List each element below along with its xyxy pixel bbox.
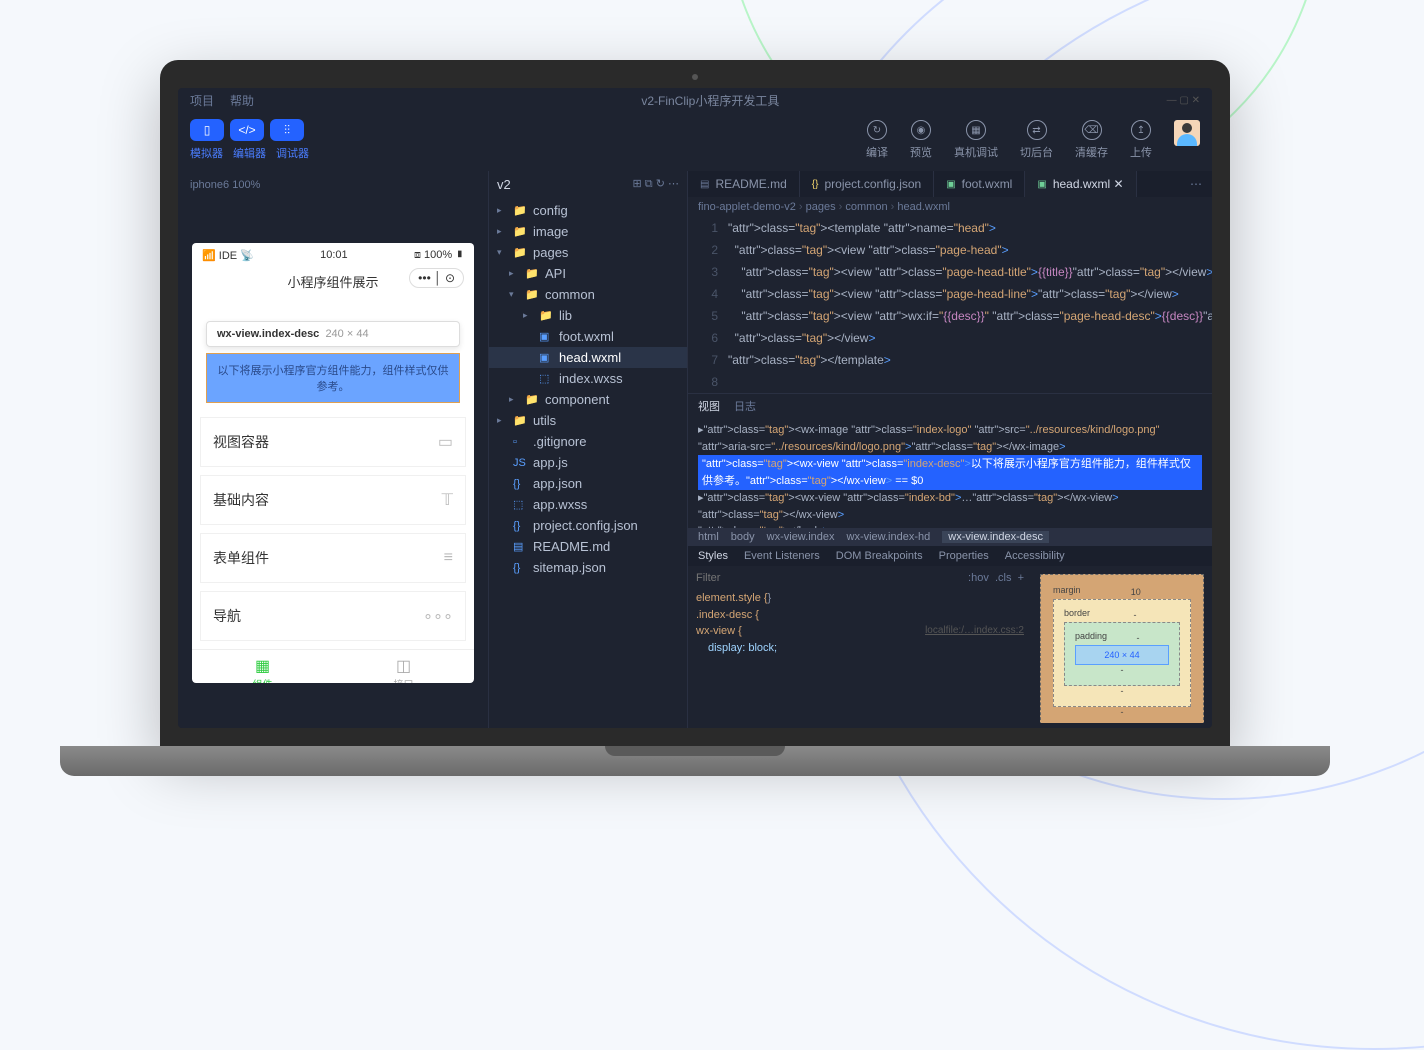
phone-menu-item[interactable]: 视图容器▭ <box>200 417 466 467</box>
dom-breadcrumb[interactable]: htmlbodywx-view.indexwx-view.index-hdwx-… <box>688 528 1212 546</box>
tree-row[interactable]: ⬚app.wxss <box>489 494 687 515</box>
breadcrumb[interactable]: fino-applet-demo-v2pagescommonhead.wxml <box>688 197 1212 217</box>
simulator-status: iphone6 100% <box>184 177 482 199</box>
tree-row[interactable]: ▸📁API <box>489 263 687 284</box>
code-editor[interactable]: 1"attr">class="tag"><template "attr">nam… <box>688 217 1212 393</box>
phone-statusbar: 📶 IDE 📡 10:01 ⧈ 100% ▮ <box>192 243 474 268</box>
devtools-panel: 视图 日志 ▸"attr">class="tag"><wx-image "att… <box>688 393 1212 723</box>
tree-row[interactable]: ▫.gitignore <box>489 431 687 452</box>
tree-row[interactable]: ▸📁config <box>489 200 687 221</box>
tree-row[interactable]: {}app.json <box>489 473 687 494</box>
camera-dot <box>692 74 698 80</box>
box-model: margin 10 border - padding - 240 × 4 <box>1032 566 1212 723</box>
tree-row[interactable]: {}project.config.json <box>489 515 687 536</box>
tree-row[interactable]: ⬚index.wxss <box>489 368 687 389</box>
laptop-frame: 项目 帮助 v2-FinClip小程序开发工具 — ▢ ✕ ▯ </> ⫶⫶ 模… <box>160 60 1230 776</box>
devtools-tabs[interactable]: 视图 日志 <box>688 394 1212 418</box>
toolbar: ▯ </> ⫶⫶ 模拟器 编辑器 调试器 ↻编译 ◉预览 ▦真机调试 ⇄切后台 <box>178 113 1212 171</box>
styles-filter[interactable] <box>696 572 968 584</box>
laptop-base <box>60 746 1330 776</box>
mode-debugger-label: 调试器 <box>276 145 309 161</box>
tool-background[interactable]: ⇄切后台 <box>1020 120 1053 160</box>
tool-compile[interactable]: ↻编译 <box>866 120 888 160</box>
explorer-root[interactable]: v2 <box>497 177 511 192</box>
mode-debugger-icon[interactable]: ⫶⫶ <box>270 119 304 141</box>
phone-title: 小程序组件展示 ••• │ ⊙ <box>192 268 474 301</box>
tree-row[interactable]: ▸📁lib <box>489 305 687 326</box>
tool-upload[interactable]: ↥上传 <box>1130 120 1152 160</box>
tree-row[interactable]: {}sitemap.json <box>489 557 687 578</box>
window-controls[interactable]: — ▢ ✕ <box>1167 95 1200 106</box>
dom-tree[interactable]: ▸"attr">class="tag"><wx-image "attr">cla… <box>688 418 1212 528</box>
devtools-subtabs[interactable]: StylesEvent ListenersDOM BreakpointsProp… <box>688 546 1212 566</box>
simulator-panel: iphone6 100% 📶 IDE 📡 10:01 ⧈ 100% ▮ 小程序组… <box>178 171 488 728</box>
styles-pane[interactable]: :hov .cls + element.style {}.index-desc … <box>688 566 1032 723</box>
capsule-button[interactable]: ••• │ ⊙ <box>409 268 464 288</box>
file-explorer: v2 ⊞ ⧉ ↻ ⋯ ▸📁config▸📁image▾📁pages▸📁API▾📁… <box>488 171 688 728</box>
tree-row[interactable]: JSapp.js <box>489 452 687 473</box>
editor-tab[interactable]: ▤README.md <box>688 171 800 197</box>
phone-tab-component[interactable]: ▦组件 <box>192 650 333 683</box>
editor-tab[interactable]: {}project.config.json <box>800 171 934 197</box>
tree-row[interactable]: ▸📁image <box>489 221 687 242</box>
tree-row[interactable]: ▣foot.wxml <box>489 326 687 347</box>
mode-editor-label: 编辑器 <box>233 145 266 161</box>
menubar: 项目 帮助 v2-FinClip小程序开发工具 — ▢ ✕ <box>178 88 1212 113</box>
mode-editor-icon[interactable]: </> <box>230 119 264 141</box>
tree-row[interactable]: ▸📁utils <box>489 410 687 431</box>
selected-element[interactable]: 以下将展示小程序官方组件能力，组件样式仅供参考。 <box>206 353 460 403</box>
explorer-actions[interactable]: ⊞ ⧉ ↻ ⋯ <box>633 177 679 192</box>
tree-row[interactable]: ▣head.wxml <box>489 347 687 368</box>
editor-area: ▤README.md{}project.config.json▣foot.wxm… <box>688 171 1212 728</box>
phone-frame: 📶 IDE 📡 10:01 ⧈ 100% ▮ 小程序组件展示 ••• │ ⊙ w… <box>192 243 474 683</box>
editor-tab[interactable]: ▣foot.wxml <box>934 171 1025 197</box>
avatar[interactable] <box>1174 120 1200 146</box>
tool-preview[interactable]: ◉预览 <box>910 120 932 160</box>
window-title: v2-FinClip小程序开发工具 <box>270 92 1151 109</box>
phone-menu-item[interactable]: 表单组件≡ <box>200 533 466 583</box>
phone-menu-item[interactable]: 导航∘∘∘ <box>200 591 466 641</box>
tool-clearcache[interactable]: ⌫清缓存 <box>1075 120 1108 160</box>
phone-tab-api[interactable]: ◫接口 <box>333 650 474 683</box>
tree-row[interactable]: ▤README.md <box>489 536 687 557</box>
tree-row[interactable]: ▾📁pages <box>489 242 687 263</box>
tab-overflow[interactable]: ⋯ <box>1180 177 1212 191</box>
menu-help[interactable]: 帮助 <box>230 92 254 109</box>
tree-row[interactable]: ▾📁common <box>489 284 687 305</box>
editor-tab[interactable]: ▣head.wxml ✕ <box>1025 171 1136 197</box>
tool-remote[interactable]: ▦真机调试 <box>954 120 998 160</box>
ide-window: 项目 帮助 v2-FinClip小程序开发工具 — ▢ ✕ ▯ </> ⫶⫶ 模… <box>178 88 1212 728</box>
tree-row[interactable]: ▸📁component <box>489 389 687 410</box>
phone-menu-item[interactable]: 基础内容𝕋 <box>200 475 466 525</box>
inspect-tooltip: wx-view.index-desc 240 × 44 <box>206 321 460 347</box>
mode-simulator-icon[interactable]: ▯ <box>190 119 224 141</box>
menu-project[interactable]: 项目 <box>190 92 214 109</box>
mode-simulator-label: 模拟器 <box>190 145 223 161</box>
